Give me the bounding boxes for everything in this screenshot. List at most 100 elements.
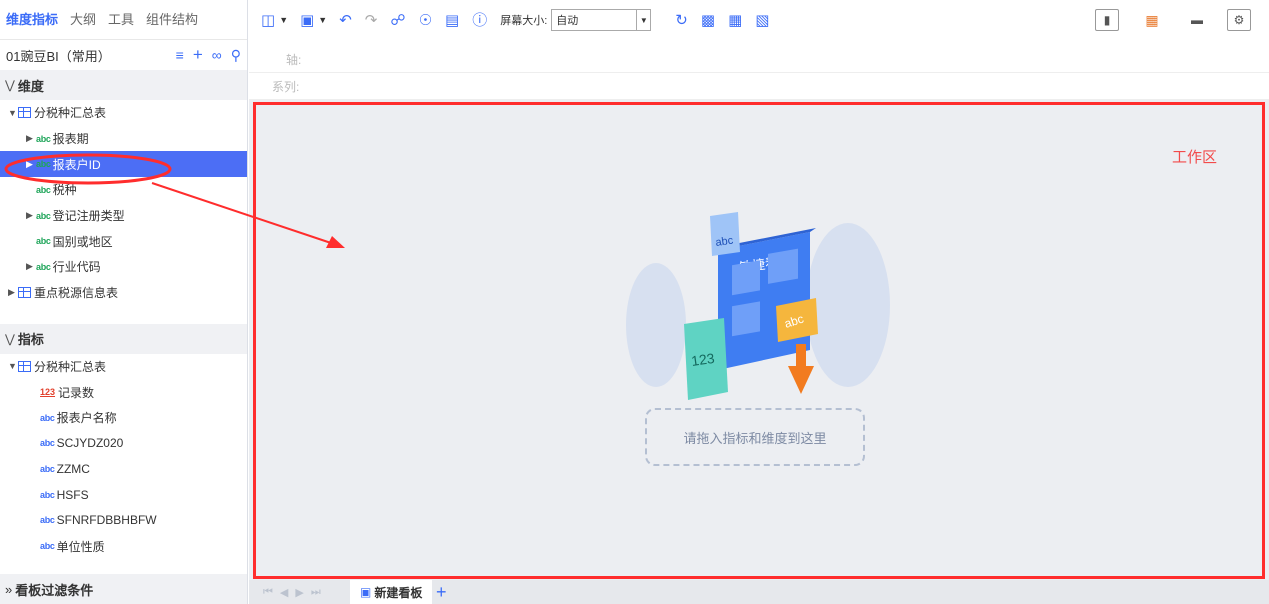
hide-panel-icon[interactable]: ▬ [1182,9,1212,31]
alert-lamp-icon[interactable]: ☉ [419,13,432,28]
series-label: 系列: [272,80,300,94]
expand-down-arrow-icon[interactable]: ▼ [8,361,18,371]
filter-section-header[interactable]: » 看板过滤条件 [0,574,247,604]
search-icon[interactable]: ⚲ [231,47,241,64]
text-field-icon: abc [40,412,55,423]
dimension-field-item[interactable]: abc 税种 [0,177,247,203]
check-icon[interactable]: ▦ [728,13,742,28]
refresh-icon[interactable]: ↻ [675,13,688,28]
tab-dimension-metric[interactable]: 维度指标 [6,0,58,40]
dimension-field-item-selected[interactable]: ▶ abc 报表户ID [0,151,247,178]
tab-outline[interactable]: 大纲 [70,0,96,40]
field-label: SFNRFDBBHBFW [56,513,157,528]
filter-list-icon[interactable]: ≡ [176,47,184,63]
report-icon[interactable]: ▤ [445,13,459,28]
new-component-icon[interactable]: ◫ [261,13,275,28]
grid-layout-icon[interactable]: ▦ [1140,9,1164,31]
metric-field-item[interactable]: abc 报表户名称 [0,405,247,431]
field-label: 税种 [52,183,77,198]
expand-right-arrow-icon[interactable]: ▶ [26,261,36,272]
dimension-field-item[interactable]: abc 国别或地区 [0,228,247,254]
tab-component-structure[interactable]: 组件结构 [146,0,198,40]
metric-field-item[interactable]: abc SCJYDZ020 [0,431,247,457]
gear-icon[interactable]: ⚙ [1227,9,1251,31]
tab-tools[interactable]: 工具 [108,0,134,40]
text-field-icon: abc [36,210,51,221]
info-icon[interactable]: ⓘ [472,13,487,28]
text-field-icon: abc [40,541,55,552]
prev-sheet-icon[interactable]: ◀ [280,586,288,599]
redo-icon[interactable]: ↷ [365,13,378,28]
field-label: SCJYDZ020 [56,436,124,451]
screen-size-select[interactable]: 自动 ▼ [551,9,652,31]
link-icon[interactable]: ∞ [212,47,222,63]
screen-size-label: 屏幕大小: [500,15,548,27]
dimension-field-item[interactable]: ▶ abc 报表期 [0,126,247,152]
save-icon[interactable]: ▣ [300,13,314,28]
text-field-icon: abc [40,438,55,449]
text-field-icon: abc [36,184,51,195]
filter-section-title: 看板过滤条件 [15,582,94,598]
metric-field-item[interactable]: abc ZZMC [0,456,247,482]
workspace-annotation-label: 工作区 [1172,149,1218,166]
text-field-icon: abc [40,489,55,500]
field-label: 行业代码 [52,260,101,275]
last-sheet-icon[interactable]: ⏭ [311,586,321,599]
field-label: 登记注册类型 [52,209,125,224]
link-icon[interactable]: ☍ [390,13,405,28]
package-name[interactable]: 01豌豆BI（常用） [6,46,167,65]
next-sheet-icon[interactable]: ▶ [295,586,303,599]
metric-field-item[interactable]: 123 记录数 [0,379,247,405]
add-icon[interactable]: + [193,45,203,65]
expand-right-arrow-icon[interactable]: ▶ [8,287,18,298]
dropdown-arrow-icon[interactable]: ▼ [279,15,288,25]
text-field-icon: abc [36,261,51,272]
dimension-field-item[interactable]: ▶ abc 行业代码 [0,254,247,280]
export-icon[interactable]: ▩ [701,13,715,28]
dimension-table-node[interactable]: ▶ 重点税源信息表 [0,280,247,306]
dimension-table-name: 分税种汇总表 [34,106,107,121]
field-label: 报表户ID [52,157,101,172]
text-field-icon: abc [36,236,51,247]
table-icon [18,287,31,299]
metric-table-node[interactable]: ▼ 分税种汇总表 [0,354,247,380]
table-icon [18,360,31,372]
undo-icon[interactable]: ↶ [339,13,352,28]
dashboard-tab-icon: ▣ [360,585,372,599]
text-field-icon: abc [36,133,51,144]
expand-down-arrow-icon[interactable]: ▼ [8,108,18,118]
toolbar: ◫ ▼ ▣ ▼ ↶ ↷ ☍ ☉ ▤ ⓘ 屏幕大小: 自动 ▼ ↻ ▩ ▦ ▧ ▮… [249,0,1269,40]
settings-sheet-icon[interactable]: ▧ [755,13,769,28]
add-sheet-button[interactable]: + [436,580,447,604]
table-icon [18,107,31,119]
dimension-table-node[interactable]: ▼ 分税种汇总表 [0,100,247,126]
field-label: 报表期 [52,132,89,147]
text-field-icon: abc [40,464,55,475]
package-row: 01豌豆BI（常用） ≡ + ∞ ⚲ [0,40,247,70]
sheet-tab-bar: ⏮ ◀ ▶ ⏭ ▣ 新建看板 + [249,580,1269,604]
expand-right-arrow-icon[interactable]: ▶ [26,210,36,221]
field-label: 报表户名称 [56,411,117,426]
series-drop-row[interactable]: 系列: [249,75,1269,100]
metric-field-item[interactable]: abc SFNRFDBBHBFW [0,508,247,534]
dimension-table-name: 重点税源信息表 [34,286,119,301]
sheet-tab[interactable]: ▣ 新建看板 [350,580,432,604]
metric-field-item[interactable]: abc HSFS [0,482,247,508]
first-sheet-icon[interactable]: ⏮ [263,586,273,599]
number-field-icon: 123 [40,387,56,398]
expand-right-arrow-icon[interactable]: ▶ [26,159,36,170]
dimension-field-item[interactable]: ▶ abc 登记注册类型 [0,203,247,229]
metric-field-item[interactable]: abc 单位性质 [0,533,247,559]
field-label: 单位性质 [56,539,105,554]
axis-drop-row[interactable]: 轴: [249,48,1269,73]
metric-section-header[interactable]: ⋁ 指标 [0,323,247,354]
chart-type-icon[interactable]: ▮ [1095,9,1119,31]
field-label: 国别或地区 [52,234,113,249]
dropdown-arrow-icon[interactable]: ▼ [318,15,327,25]
dimension-section-header[interactable]: ⋁ 维度 [0,70,247,100]
left-tabs: 维度指标 大纲 工具 组件结构 [0,0,247,40]
expand-right-arrow-icon[interactable]: ▶ [26,133,36,144]
sheet-tab-label: 新建看板 [374,585,423,600]
metric-table-name: 分税种汇总表 [34,359,107,374]
chevron-down-icon[interactable]: ▼ [636,10,650,30]
